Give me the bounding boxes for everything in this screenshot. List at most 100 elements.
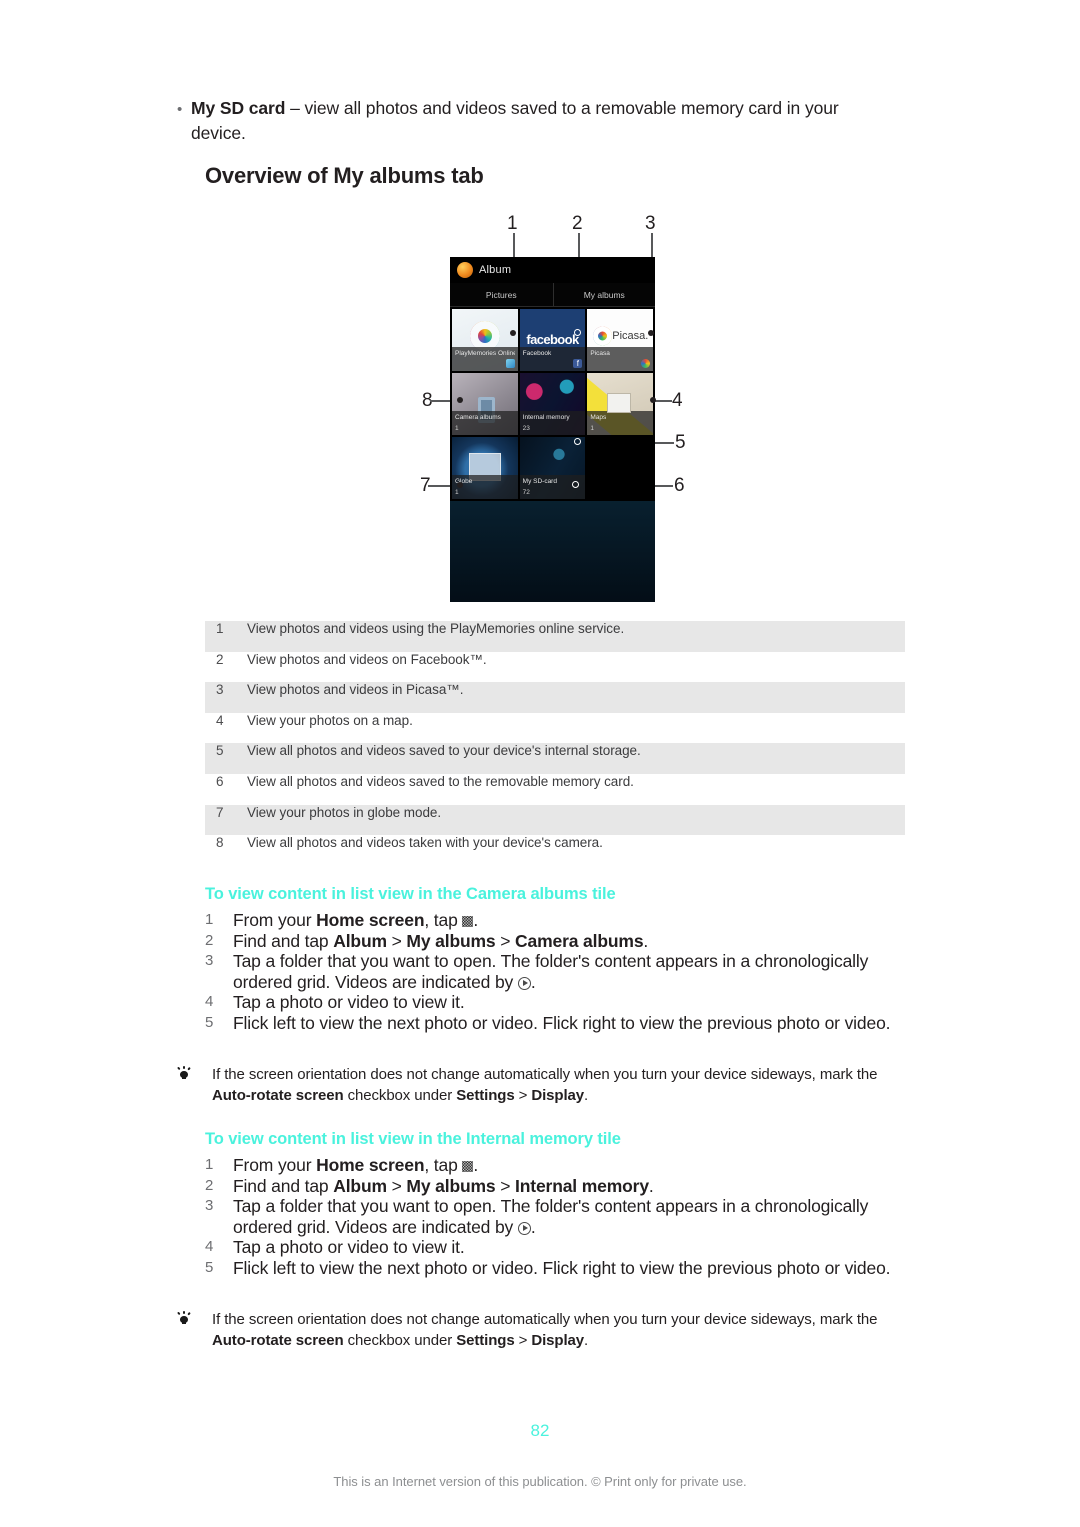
procedure-heading: To view content in list view in the Came…: [205, 885, 616, 903]
table-row: 2 View photos and videos on Facebook™.: [205, 652, 905, 683]
list-item: 3 Tap a folder that you want to open. Th…: [205, 1196, 905, 1237]
step-text: Tap a photo or video to view it.: [233, 992, 465, 1012]
procedure-camera-albums: To view content in list view in the Came…: [205, 885, 905, 1033]
bullet-rest: – view all photos and videos saved to a …: [191, 98, 839, 143]
procedure-heading: To view content in list view in the Inte…: [205, 1130, 621, 1148]
callout-endpoint-6: [572, 481, 579, 488]
tile-label-bar: Maps 1: [587, 411, 653, 435]
step-bold-album: Album: [333, 1175, 387, 1196]
tip-bold-settings: Settings: [456, 1332, 515, 1349]
document-page: • My SD card – view all photos and video…: [0, 0, 1080, 1527]
legend-number: 7: [216, 804, 224, 820]
tile-facebook[interactable]: Facebook f: [519, 309, 586, 371]
lightbulb-icon: [176, 1065, 191, 1081]
step-text-part: , tap: [424, 1155, 463, 1175]
list-item: 2 Find and tap Album > My albums > Inter…: [205, 1176, 905, 1197]
step-number: 4: [205, 993, 214, 1010]
callout-number-4: 4: [672, 390, 683, 411]
step-text-part: , tap: [424, 910, 463, 930]
playmemories-badge-icon: [505, 359, 515, 368]
footer-copyright-note: This is an Internet version of this publ…: [333, 1474, 747, 1489]
tip-text-part: If the screen orientation does not chang…: [212, 1311, 878, 1328]
tile-playmemories-online[interactable]: PlayMemories Online: [452, 309, 518, 371]
step-text-part: Find and tap: [233, 1175, 334, 1196]
step-bold-home-screen: Home screen: [316, 1155, 425, 1175]
legend-text: View all photos and videos taken with yo…: [247, 835, 603, 851]
step-number: 4: [205, 1238, 214, 1255]
bullet-text: My SD card – view all photos and videos …: [191, 96, 889, 146]
tile-count: 1: [590, 425, 594, 432]
step-bold-my-albums: My albums: [406, 1175, 496, 1196]
step-bold-album: Album: [333, 930, 387, 951]
tip-bold-auto-rotate: Auto-rotate screen: [212, 1332, 344, 1349]
album-app-icon: [457, 262, 473, 278]
tile-globe[interactable]: Globe 1: [452, 437, 518, 499]
callout-endpoint-4: [650, 397, 656, 403]
step-text-part: Find and tap: [233, 930, 334, 951]
album-tile-grid: PlayMemories Online Facebook f: [450, 307, 655, 501]
step-separator: >: [495, 1175, 516, 1196]
step-text-part: Tap a folder that you want to open. The …: [233, 1196, 869, 1237]
tile-internal-memory[interactable]: Internal memory 23: [519, 373, 586, 435]
table-row: 7 View your photos in globe mode.: [205, 804, 905, 836]
table-row: 6 View all photos and videos saved to th…: [205, 774, 905, 805]
app-grid-icon: [462, 1161, 474, 1172]
bullet-row: • My SD card – view all photos and video…: [177, 96, 889, 146]
legend-text: View photos and videos in Picasa™.: [247, 682, 464, 698]
tile-camera-albums[interactable]: Camera albums 1: [452, 373, 518, 435]
tip-icon-wrap: [176, 1309, 212, 1331]
tab-pictures[interactable]: Pictures: [450, 283, 553, 306]
step-text-part: From your: [233, 910, 317, 930]
list-item: 1 From your Home screen, tap .: [205, 1155, 905, 1176]
step-text: Tap a folder that you want to open. The …: [233, 951, 905, 992]
tip-text: If the screen orientation does not chang…: [212, 1064, 907, 1106]
step-bold-my-albums: My albums: [406, 930, 496, 951]
tile-my-sd-card[interactable]: My SD-card 72: [519, 437, 586, 499]
step-text-part: From your: [233, 1155, 317, 1175]
step-text: Flick left to view the next photo or vid…: [233, 1257, 891, 1278]
tile-count: 1: [455, 489, 459, 496]
tip-text-part: .: [584, 1087, 589, 1104]
tile-maps[interactable]: Maps 1: [587, 373, 653, 435]
step-separator: >: [386, 1175, 407, 1196]
facebook-badge-icon: f: [573, 359, 583, 368]
tile-name: Picasa: [590, 350, 610, 357]
callout-endpoint-8: [457, 397, 463, 403]
legend-number: 4: [216, 712, 224, 728]
procedure-internal-memory: To view content in list view in the Inte…: [205, 1130, 905, 1278]
step-bold-home-screen: Home screen: [316, 910, 425, 930]
step-bold-camera-albums: Camera albums: [515, 930, 644, 951]
intro-bullet-block: • My SD card – view all photos and video…: [177, 96, 889, 146]
step-text: Find and tap Album > My albums > Interna…: [233, 1176, 905, 1197]
picasa-badge-icon: [640, 359, 650, 368]
step-number: 1: [205, 1156, 214, 1173]
tile-count: 72: [522, 489, 530, 496]
legend-number: 6: [216, 773, 224, 789]
tip-bold-settings: Settings: [456, 1087, 515, 1104]
list-item: 5 Flick left to view the next photo or v…: [205, 1258, 905, 1279]
callout-number-6: 6: [674, 475, 685, 496]
procedure-steps: 1 From your Home screen, tap . 2 Find an…: [205, 1155, 905, 1278]
legend-text: View photos and videos on Facebook™.: [247, 651, 487, 667]
tile-label-bar: Internal memory 23: [519, 411, 586, 435]
tile-name: Globe: [455, 478, 473, 485]
legend-text: View your photos in globe mode.: [247, 804, 442, 820]
app-grid-icon: [462, 916, 474, 927]
lightbulb-icon: [176, 1310, 191, 1326]
step-bold-internal-memory: Internal memory: [515, 1175, 649, 1196]
tip-text-part: checkbox under: [343, 1332, 457, 1349]
step-text: Flick left to view the next photo or vid…: [233, 1012, 891, 1033]
leader-line-4: [654, 400, 672, 402]
tip-note-two: If the screen orientation does not chang…: [176, 1309, 907, 1351]
callout-endpoint-3: [648, 330, 654, 336]
step-text-part: Tap a folder that you want to open. The …: [233, 951, 869, 992]
bullet-dot-icon: •: [177, 101, 183, 118]
step-separator: >: [495, 930, 516, 951]
tile-picasa[interactable]: Picasa: [587, 309, 653, 371]
figure-legend-table: 1 View photos and videos using the PlayM…: [205, 621, 905, 866]
tab-my-albums[interactable]: My albums: [552, 283, 656, 306]
step-number: 2: [205, 1176, 214, 1194]
album-app-bar: Album: [450, 257, 655, 283]
tip-icon-wrap: [176, 1064, 212, 1086]
step-number: 5: [205, 1013, 214, 1031]
